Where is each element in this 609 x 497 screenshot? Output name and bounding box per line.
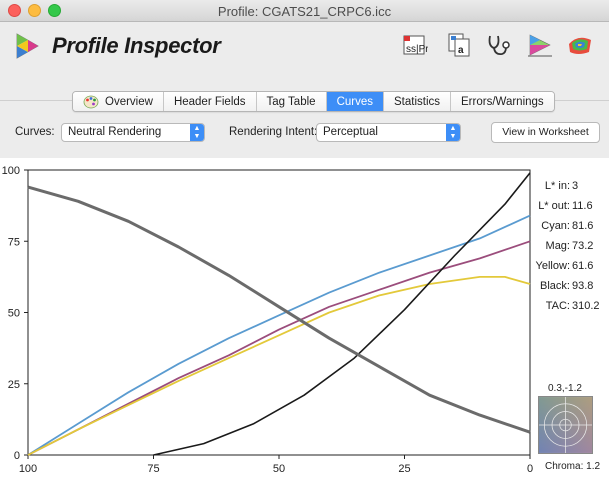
tab-statistics-label: Statistics — [394, 95, 441, 108]
document-stack-icon[interactable]: a — [446, 32, 474, 58]
rendering-intent-select-value: Perceptual — [323, 126, 378, 138]
tab-header-fields[interactable]: Header Fields — [163, 92, 257, 111]
readout-label: Mag: — [545, 240, 570, 252]
readout-value: 73.2 — [572, 240, 594, 252]
readout-label: TAC: — [545, 300, 570, 312]
chevron-updown-icon: ▲ ▼ — [190, 124, 204, 141]
readout-value: 3 — [572, 180, 579, 192]
tab-statistics[interactable]: Statistics — [384, 92, 452, 111]
tab-curves-label: Curves — [336, 95, 373, 108]
view-in-worksheet-button[interactable]: View in Worksheet — [491, 122, 600, 143]
chroma-coordinates: 0.3,-1.2 — [548, 383, 582, 394]
readout-value: 310.2 — [572, 300, 600, 312]
readout-value: 81.6 — [572, 220, 594, 232]
chroma-label: Chroma: — [545, 461, 584, 472]
curves-select-value: Neutral Rendering — [68, 126, 162, 138]
y-tick-label: 25 — [8, 379, 20, 391]
window-titlebar: Profile: CGATS21_CRPC6.icc — [0, 0, 609, 22]
app-logo-icon — [16, 33, 39, 59]
rendering-intent-select[interactable]: Perceptual ▲ ▼ — [316, 123, 461, 142]
readout-label: Cyan: — [541, 220, 570, 232]
tab-errors-warnings-label: Errors/Warnings — [461, 95, 544, 108]
curves-select[interactable]: Neutral Rendering ▲ ▼ — [61, 123, 205, 142]
y-tick-label: 0 — [14, 450, 20, 462]
tab-errors-warnings[interactable]: Errors/Warnings — [451, 92, 554, 111]
x-tick-label: 0 — [527, 463, 533, 475]
svg-text:ss|Pr: ss|Pr — [406, 44, 428, 55]
x-tick-label: 50 — [273, 463, 285, 475]
window-title: Profile: CGATS21_CRPC6.icc — [217, 4, 392, 19]
tab-bar: Overview Header Fields Tag Table Curves … — [72, 91, 555, 112]
color-swatches-icon[interactable] — [566, 32, 594, 58]
tab-curves[interactable]: Curves — [326, 92, 384, 111]
rendering-intent-label: Rendering Intent: — [229, 126, 318, 138]
tab-header-fields-label: Header Fields — [173, 95, 246, 108]
x-tick-label: 25 — [398, 463, 410, 475]
x-tick-label: 75 — [147, 463, 159, 475]
readout-value: 93.8 — [572, 280, 594, 292]
readout-label: L* out: — [538, 200, 570, 212]
chroma-readout: Chroma: 1.2 — [545, 461, 600, 472]
app-name: Profile Inspector — [52, 33, 221, 58]
readout-label: Yellow: — [535, 260, 570, 272]
readout-label: L* in: — [544, 180, 570, 192]
tab-tag-table[interactable]: Tag Table — [256, 92, 327, 111]
stethoscope-icon[interactable] — [484, 32, 512, 58]
toolbar: Profile Inspector ss|Pr a — [0, 22, 609, 74]
curves-panel: 100 75 50 25 0 100 75 50 25 0 L* in: 3 L* out: 11.6… — [0, 158, 609, 497]
palette-icon — [83, 95, 99, 108]
tab-tag-table-label: Tag Table — [266, 95, 316, 108]
color-gamut-icon[interactable] — [526, 32, 554, 58]
profile-info-icon[interactable]: ss|Pr — [400, 32, 428, 58]
readout-label: Black: — [540, 280, 570, 292]
readout-value: 61.6 — [572, 260, 594, 272]
tab-overview-label: Overview — [105, 95, 153, 108]
curves-label: Curves: — [15, 126, 55, 138]
chroma-target-icon — [538, 396, 593, 454]
tab-overview[interactable]: Overview — [73, 92, 164, 111]
chroma-value: 1.2 — [586, 461, 601, 472]
chevron-updown-icon: ▲ ▼ — [446, 124, 460, 141]
x-tick-label: 100 — [19, 463, 37, 475]
curves-chart[interactable]: 1007550250100 75 50 25 0 — [0, 158, 609, 497]
readout-value: 11.6 — [572, 200, 593, 212]
y-tick-label: 75 — [8, 236, 20, 248]
svg-text:a: a — [458, 45, 464, 56]
y-tick-label: 100 — [2, 165, 20, 177]
y-tick-label: 50 — [8, 308, 20, 320]
